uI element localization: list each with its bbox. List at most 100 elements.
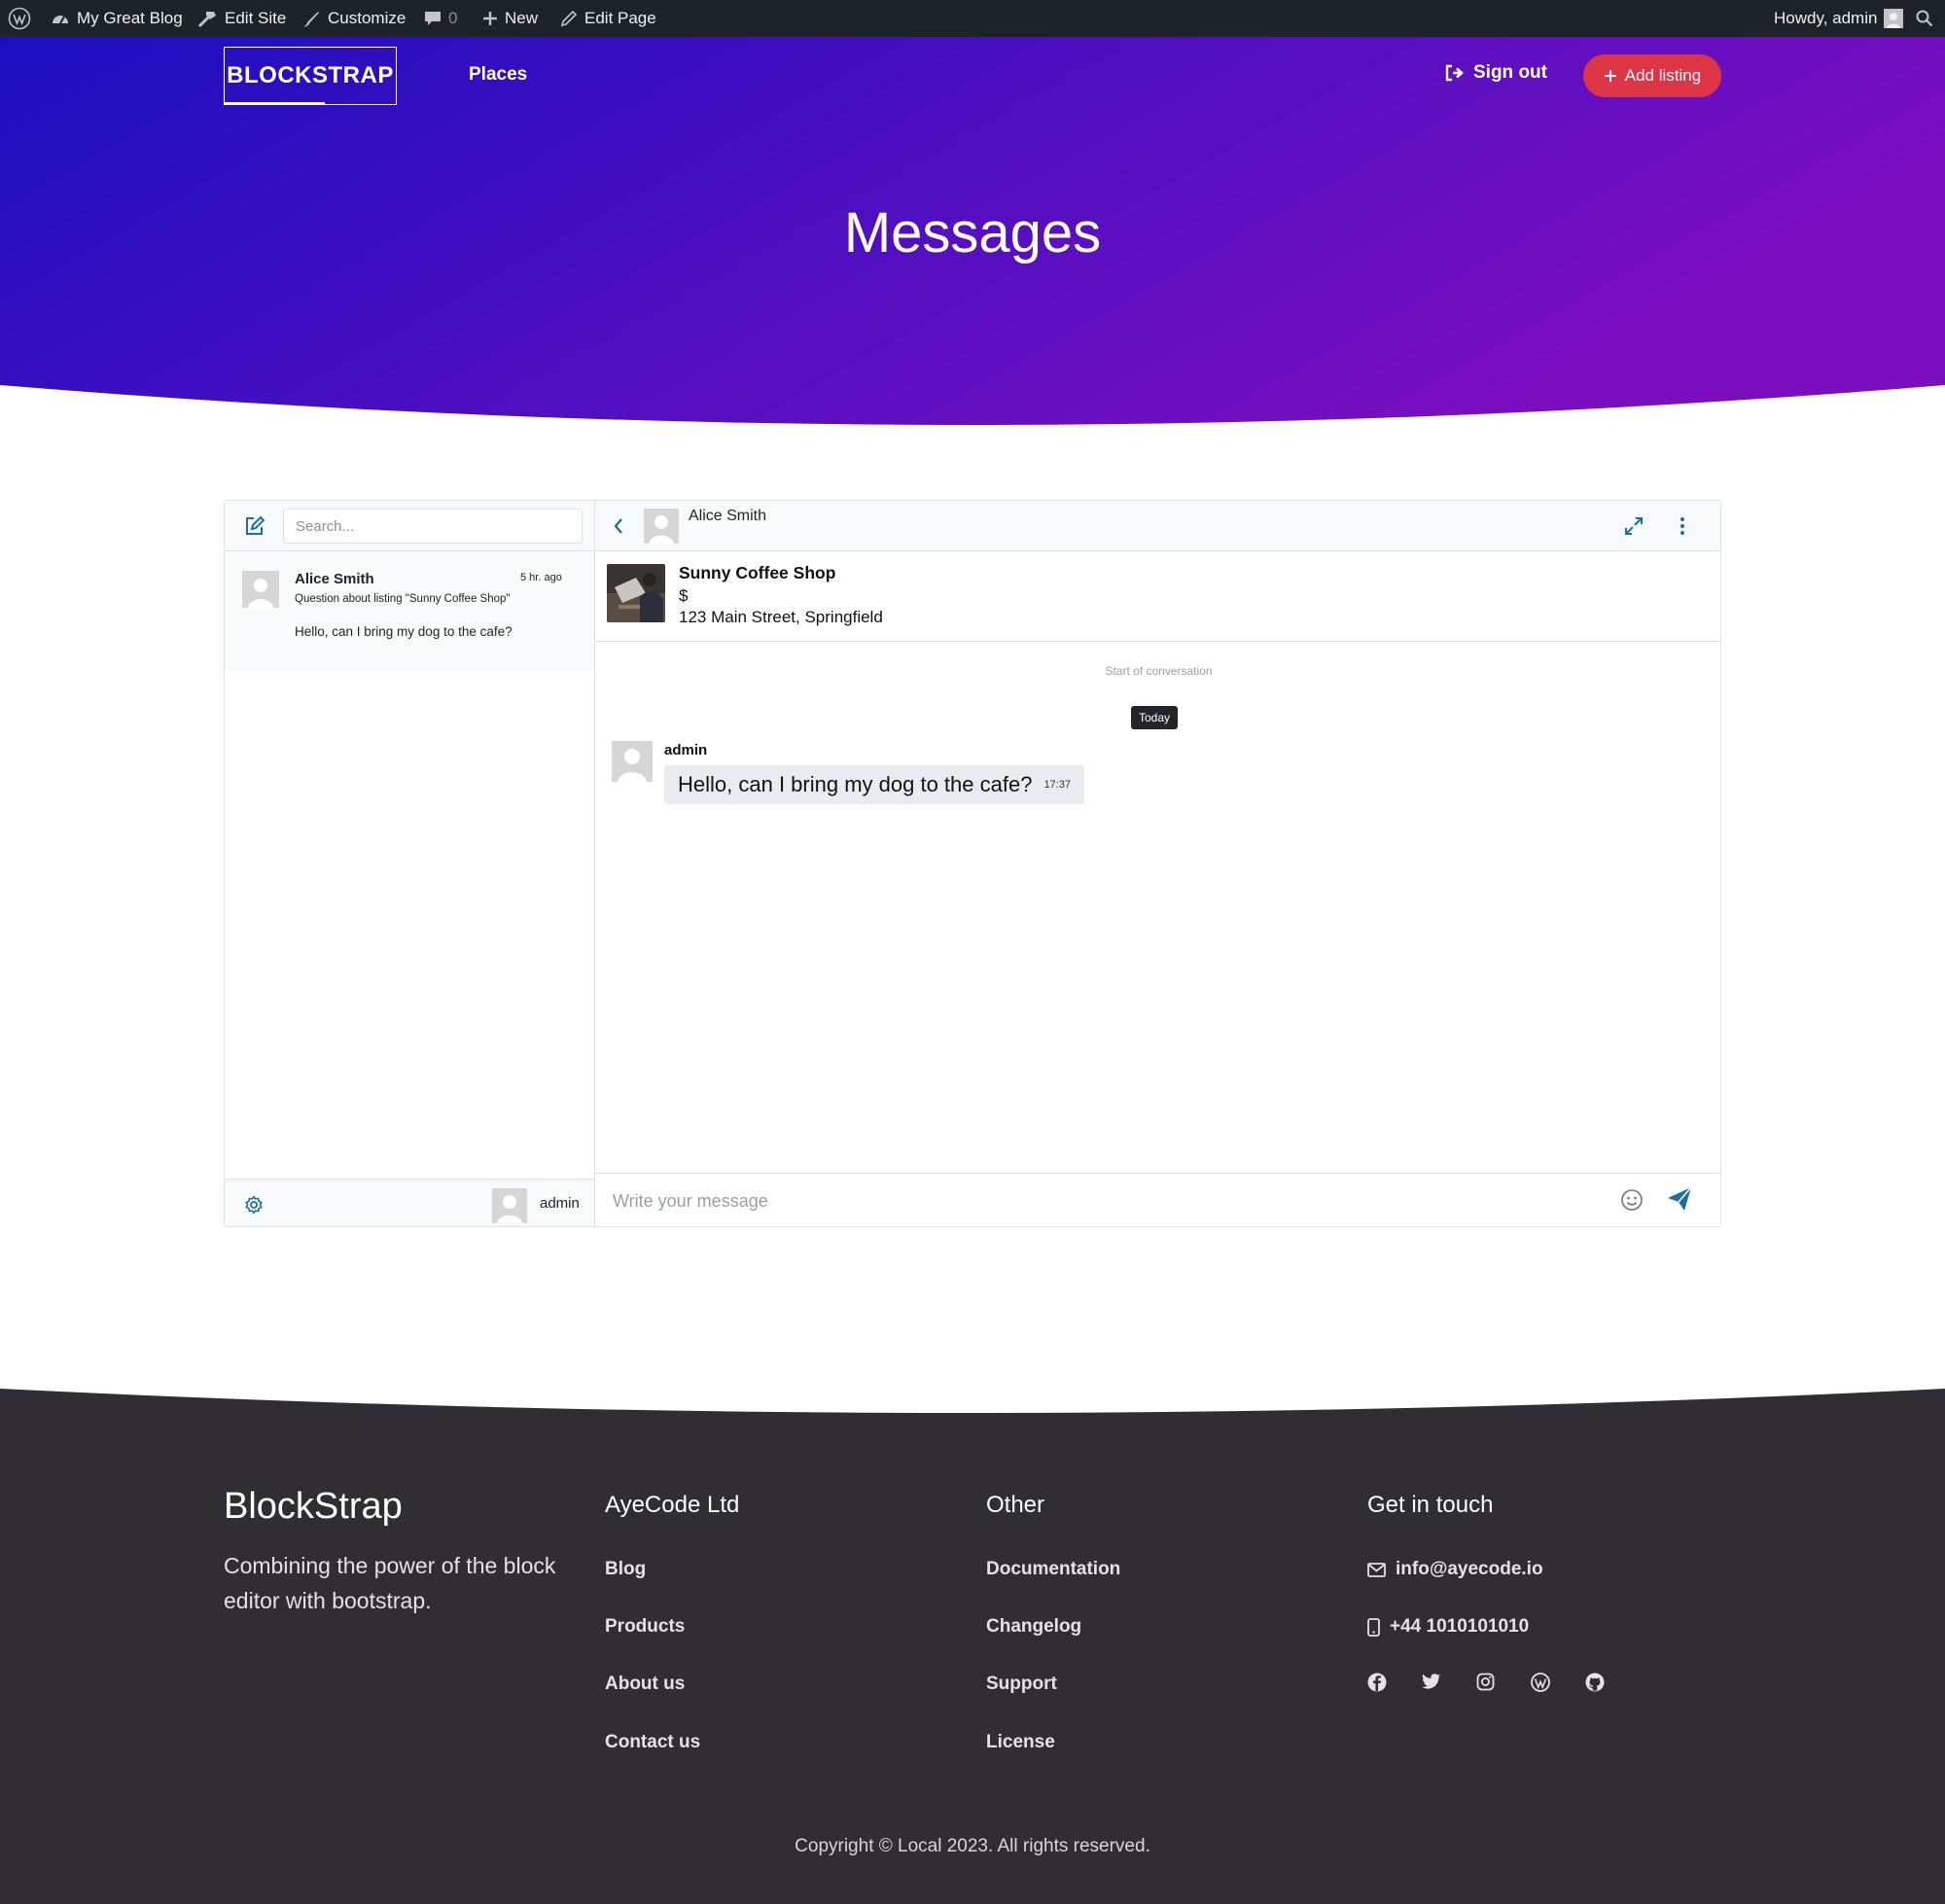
footer-brand: BlockStrap — [224, 1486, 403, 1527]
twitter-icon — [1422, 1674, 1440, 1689]
sidebar-header — [225, 501, 594, 551]
edit-icon — [246, 515, 265, 535]
footer-email-link[interactable]: info@ayecode.io — [1367, 1559, 1543, 1580]
hero-header: BLOCKSTRAP Places Sign out Add listing M… — [0, 37, 1945, 426]
sign-out-icon — [1445, 64, 1464, 82]
new-label: New — [505, 9, 539, 27]
conversation-contact-name: Alice Smith — [295, 571, 374, 587]
pencil-icon — [560, 10, 578, 27]
footer-contact-title: Get in touch — [1367, 1492, 1494, 1518]
add-listing-label: Add listing — [1624, 66, 1702, 85]
emoji-button[interactable] — [1620, 1188, 1644, 1212]
sign-out-label: Sign out — [1473, 62, 1547, 83]
footer-email: info@ayecode.io — [1396, 1559, 1543, 1579]
plus-icon — [483, 12, 497, 25]
footer-column-title: AyeCode Ltd — [605, 1492, 740, 1518]
edit-site-link[interactable]: Edit Site — [196, 0, 286, 37]
edit-page-label: Edit Page — [584, 9, 656, 27]
listing-thumbnail — [607, 564, 665, 622]
message-bubble: Hello, can I bring my dog to the cafe? 1… — [664, 765, 1084, 804]
envelope-icon — [1367, 1562, 1386, 1577]
edit-site-label: Edit Site — [225, 9, 287, 27]
more-options-button[interactable] — [1679, 516, 1686, 536]
wordpress-link[interactable] — [1531, 1673, 1550, 1692]
footer-link-documentation[interactable]: Documentation — [986, 1559, 1120, 1580]
add-listing-button[interactable]: Add listing — [1583, 54, 1721, 97]
footer-link-license[interactable]: License — [986, 1732, 1055, 1753]
comment-icon — [425, 12, 441, 25]
message-text: Hello, can I bring my dog to the cafe? — [678, 772, 1033, 796]
footer-link-changelog[interactable]: Changelog — [986, 1616, 1081, 1638]
site-name-link[interactable]: My Great Blog — [51, 0, 183, 37]
github-icon — [1585, 1673, 1605, 1692]
nav-item-places[interactable]: Places — [469, 64, 527, 86]
new-content-link[interactable]: New — [482, 0, 538, 37]
comments-count: 0 — [448, 9, 458, 27]
listing-title: Sunny Coffee Shop — [679, 563, 836, 582]
footer-column-title: Other — [986, 1492, 1045, 1518]
conversation-sidebar: Alice Smith 5 hr. ago Question about lis… — [225, 501, 595, 1226]
copyright-text: Copyright © Local 2023. All rights reser… — [795, 1836, 1150, 1856]
wordpress-icon — [8, 7, 31, 30]
avatar — [644, 509, 679, 544]
edit-page-link[interactable]: Edit Page — [560, 0, 656, 37]
customize-link[interactable]: Customize — [301, 0, 406, 37]
expand-button[interactable] — [1624, 516, 1644, 536]
sidebar-footer: admin — [225, 1179, 594, 1226]
wordpress-icon — [1531, 1673, 1550, 1692]
footer-phone: +44 1010101010 — [1390, 1616, 1530, 1637]
conversation-header: Alice Smith — [595, 501, 1720, 551]
settings-button[interactable] — [244, 1195, 264, 1215]
conversation-preview: Hello, can I bring my dog to the cafe? — [295, 624, 513, 639]
hammer-icon — [197, 12, 216, 28]
back-button[interactable] — [613, 517, 624, 535]
conversation-search-input[interactable] — [283, 509, 583, 544]
admin-search-button[interactable] — [1916, 0, 1933, 37]
new-message-button[interactable] — [244, 515, 265, 537]
brush-icon — [303, 12, 319, 27]
conversation-time: 5 hr. ago — [520, 572, 562, 583]
day-separator-badge: Today — [1131, 706, 1179, 729]
listing-address: 123 Main Street, Springfield — [679, 608, 883, 626]
customize-label: Customize — [328, 9, 407, 27]
avatar — [612, 741, 653, 782]
search-icon — [1916, 10, 1933, 27]
listing-card[interactable]: Sunny Coffee Shop $ 123 Main Street, Spr… — [595, 551, 1720, 642]
expand-icon — [1625, 517, 1643, 535]
mobile-phone-icon — [1367, 1617, 1380, 1637]
github-link[interactable] — [1585, 1673, 1605, 1692]
admin-bar: My Great Blog Edit Site Customize 0 New … — [0, 0, 1945, 37]
conversation-start-label: Start of conversation — [1105, 664, 1213, 678]
facebook-link[interactable] — [1367, 1673, 1387, 1692]
footer-link-products[interactable]: Products — [605, 1616, 685, 1638]
page-title: Messages — [843, 201, 1102, 264]
twitter-link[interactable] — [1422, 1673, 1441, 1690]
message-time: 17:37 — [1043, 779, 1071, 791]
comments-link[interactable]: 0 — [424, 0, 457, 37]
avatar — [492, 1188, 527, 1223]
footer-link-support[interactable]: Support — [986, 1674, 1057, 1695]
my-account-link[interactable]: Howdy, admin — [1774, 0, 1904, 37]
send-button[interactable] — [1666, 1185, 1693, 1213]
footer-link-contact-us[interactable]: Contact us — [605, 1732, 700, 1753]
footer-link-blog[interactable]: Blog — [605, 1559, 646, 1580]
sign-out-link[interactable]: Sign out — [1445, 62, 1547, 84]
greeting: Howdy, admin — [1774, 9, 1878, 27]
message-input[interactable] — [603, 1181, 1575, 1220]
vertical-dots-icon — [1680, 517, 1684, 535]
logo-underline — [224, 102, 325, 104]
conversation-panel: Alice Smith Sunny Coffee Shop $ 123 Main… — [595, 501, 1720, 1226]
chevron-left-icon — [614, 518, 622, 534]
conversation-list-item[interactable]: Alice Smith 5 hr. ago Question about lis… — [225, 552, 594, 671]
instagram-icon — [1476, 1673, 1495, 1691]
footer-tagline: Combining the power of the block editor … — [224, 1553, 556, 1613]
wordpress-logo-button[interactable] — [8, 0, 31, 37]
avatar — [242, 571, 279, 608]
message-author: admin — [664, 742, 708, 758]
conversation-subject: Question about listing "Sunny Coffee Sho… — [295, 593, 511, 605]
footer-phone-link[interactable]: +44 1010101010 — [1367, 1616, 1529, 1638]
plus-icon — [1604, 70, 1616, 82]
site-logo[interactable]: BLOCKSTRAP — [224, 47, 397, 105]
instagram-link[interactable] — [1476, 1673, 1495, 1691]
footer-link-about-us[interactable]: About us — [605, 1674, 685, 1695]
